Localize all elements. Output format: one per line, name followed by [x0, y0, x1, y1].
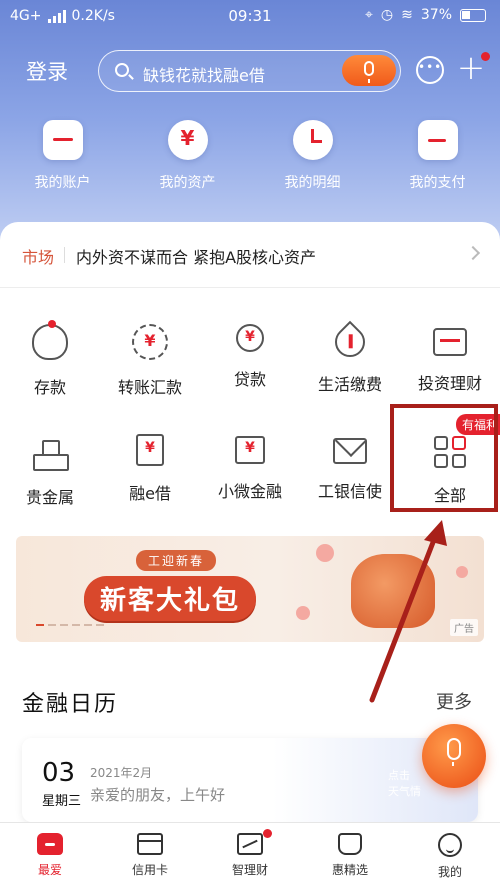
- chart-icon: [237, 833, 263, 855]
- credit-card-icon: [137, 833, 163, 855]
- voice-assistant-button[interactable]: [422, 724, 486, 788]
- bottom-tab-bar: 最爱 信用卡 智理财 惠精选 我的: [0, 822, 500, 888]
- cup-icon: [338, 833, 362, 855]
- tab-wealth[interactable]: 智理财: [200, 823, 300, 888]
- profile-icon: [438, 833, 462, 857]
- tab-favorites[interactable]: 最爱: [0, 823, 100, 888]
- tab-label: 惠精选: [331, 863, 368, 877]
- tab-label: 智理财: [231, 863, 268, 877]
- notification-dot: [263, 829, 272, 838]
- tab-label: 信用卡: [131, 863, 168, 877]
- tab-credit-card[interactable]: 信用卡: [100, 823, 200, 888]
- tab-selection[interactable]: 惠精选: [300, 823, 400, 888]
- tab-label: 我的: [437, 865, 462, 879]
- favorites-icon: [37, 833, 63, 855]
- microphone-icon: [447, 738, 461, 766]
- tab-label: 最爱: [37, 863, 62, 877]
- tab-mine[interactable]: 我的: [400, 823, 500, 888]
